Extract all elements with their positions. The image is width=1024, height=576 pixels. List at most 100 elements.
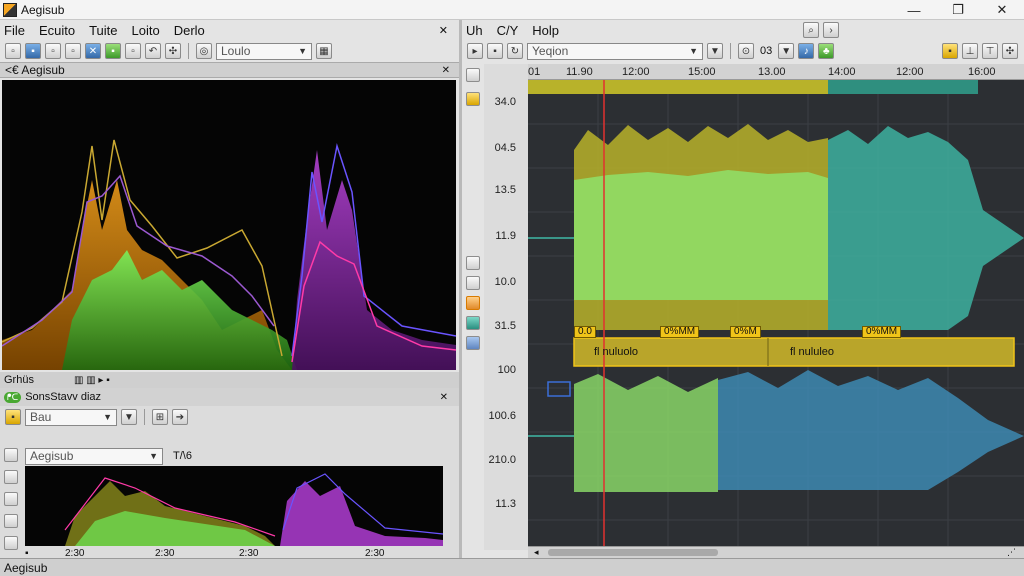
left-menubar: File Ecuito Tuite Loito Derlo ✕ <box>0 20 460 40</box>
toolbar-separator <box>730 43 731 59</box>
zoom-icon[interactable]: ⊙ <box>738 43 754 59</box>
menu-edit[interactable]: Ecuito <box>39 23 75 38</box>
save-icon[interactable]: ▫ <box>45 43 61 59</box>
menu-automation[interactable]: C/Y <box>497 23 519 38</box>
sub-combo-1[interactable]: Bau ▼ <box>25 408 117 426</box>
menu-subtitle[interactable]: Tuite <box>89 23 117 38</box>
split-icon[interactable]: ⊥ <box>962 43 978 59</box>
timing-tag[interactable]: 0.0 <box>574 326 596 338</box>
sub-spectrum-graph <box>64 473 443 546</box>
merge-icon[interactable]: ⊤ <box>982 43 998 59</box>
record-icon[interactable] <box>466 296 480 310</box>
play-icon[interactable]: ▸ <box>467 43 483 59</box>
chevron-right-icon[interactable]: › <box>823 22 840 38</box>
y-axis-label: 10.0 <box>494 276 516 288</box>
open-file-icon[interactable]: ▪ <box>25 43 41 59</box>
audio-combo[interactable]: Yeqion ▼ <box>527 42 703 60</box>
play-icon[interactable] <box>4 492 18 506</box>
audio-timeline[interactable]: 01 11.90 12:00 15:00 13.00 14:00 12:00 1… <box>528 64 1024 80</box>
settings-icon[interactable]: ✣ <box>1002 43 1018 59</box>
grid-icon[interactable] <box>4 448 18 462</box>
left-menubar-close-icon[interactable]: ✕ <box>439 24 448 37</box>
menu-view[interactable]: Uh <box>466 23 483 38</box>
menu-timing[interactable]: Loito <box>132 23 160 38</box>
spectrum-icon[interactable]: ♣ <box>818 43 835 59</box>
audio-waveform-display[interactable]: 0.0 0%MM 0%M 0%MM fl nuluolo fl nululeo <box>528 80 1024 546</box>
document-icon[interactable] <box>466 256 480 270</box>
sub-combo-1-value: Bau <box>30 410 52 424</box>
arrow-icon[interactable]: ➔ <box>172 409 188 425</box>
sub-panel-header-label: SonsStavv diaz <box>25 391 102 403</box>
selection-marker[interactable] <box>547 381 571 397</box>
left-pane: File Ecuito Tuite Loito Derlo ✕ ▫ ▪ ▫ ▫ … <box>0 20 460 559</box>
sub-combo-2[interactable]: Aegisub ▼ <box>25 447 163 465</box>
right-pane: Uh C/Y Holp ⌕ › ▸ ▪ ↻ Yeqion ▼ ▼ ⊙ 03 ▼ ♪… <box>462 20 1024 558</box>
upper-wave-green <box>574 170 828 300</box>
search-icon[interactable]: ⌕ <box>803 22 820 38</box>
list-icon[interactable] <box>466 68 480 82</box>
y-axis-label: 100.6 <box>488 410 516 422</box>
volume-icon[interactable]: ♪ <box>798 43 815 59</box>
tools-icon[interactable]: ✣ <box>165 43 181 59</box>
style-combo[interactable]: Loulo ▼ <box>216 42 312 60</box>
grid-icon[interactable] <box>466 276 480 290</box>
status-text: Aegisub <box>4 560 48 575</box>
sub-combo-2-value: Aegisub <box>30 449 74 463</box>
timeline-tick: 16:00 <box>968 66 996 78</box>
scroll-left-icon[interactable]: ◂ <box>534 547 539 558</box>
timing-tag[interactable]: 0%MM <box>660 326 700 338</box>
window-title: Aegisub <box>21 2 65 17</box>
toolbar-separator <box>144 409 145 425</box>
sub-panel-toolbar: ▪ Bau ▼ ▼ ⊞ ➔ <box>0 406 460 428</box>
stop-icon[interactable]: ▪ <box>487 43 503 59</box>
save-as-icon[interactable]: ▫ <box>65 43 81 59</box>
karaoke-icon[interactable] <box>466 92 480 106</box>
scrollbar-thumb[interactable] <box>548 549 718 556</box>
timeline-tick: 12:00 <box>622 66 650 78</box>
lock-icon[interactable]: ▪ <box>942 43 958 59</box>
spectrum-panel-close-icon[interactable]: ✕ <box>442 65 450 76</box>
zoom-label: 03 <box>760 45 773 57</box>
new-file-icon[interactable]: ▫ <box>5 43 21 59</box>
timeline-tick: 13.00 <box>758 66 786 78</box>
style-icon[interactable]: ◎ <box>196 43 212 59</box>
folder-icon[interactable]: ▪ <box>5 409 21 425</box>
close-button[interactable]: ✕ <box>980 0 1024 20</box>
dropdown-icon[interactable]: ▼ <box>707 43 723 59</box>
maximize-button[interactable]: ❐ <box>936 0 980 20</box>
dropdown-icon[interactable]: ▼ <box>121 409 137 425</box>
minimize-button[interactable]: — <box>892 0 936 20</box>
spectrum-view[interactable] <box>2 80 456 370</box>
edit-icon[interactable] <box>4 514 18 528</box>
copy-icon[interactable]: ▪ <box>105 43 121 59</box>
resize-grip-icon[interactable]: ⋰ <box>1007 547 1016 558</box>
timing-tag[interactable]: 0%MM <box>862 326 902 338</box>
y-axis-label: 11.3 <box>495 498 516 510</box>
grid-icon[interactable]: ▦ <box>316 43 332 59</box>
sub-spectrum-purple <box>280 481 443 546</box>
y-axis-label: 210.0 <box>488 454 516 466</box>
grid-icon[interactable]: ▥ ▥ ▸ ▪ <box>74 375 110 386</box>
sub-spectrum-view[interactable] <box>25 466 443 546</box>
undo-icon[interactable]: ↶ <box>145 43 161 59</box>
audio-horizontal-scrollbar[interactable]: ◂ ⋰ <box>528 546 1024 558</box>
dropdown-icon[interactable]: ▼ <box>778 43 795 59</box>
cut-icon[interactable]: ✕ <box>85 43 101 59</box>
right-menubar: Uh C/Y Holp ⌕ › <box>462 20 1024 40</box>
loop-icon[interactable]: ↻ <box>507 43 523 59</box>
timing-tag[interactable]: 0%M <box>730 326 761 338</box>
paste-icon[interactable]: ▫ <box>125 43 141 59</box>
tag-icon[interactable] <box>4 536 18 550</box>
lower-wave-green <box>574 374 718 492</box>
y-axis-label: 31.5 <box>494 320 516 332</box>
menu-help[interactable]: Holp <box>532 23 559 38</box>
menu-video[interactable]: Derlo <box>174 23 205 38</box>
sub-panel-title: Grhüs <box>4 374 34 386</box>
diamond-icon[interactable] <box>466 316 480 330</box>
snap-icon[interactable]: ⊞ <box>152 409 168 425</box>
list-icon[interactable] <box>4 470 18 484</box>
close-icon[interactable]: ✕ <box>440 392 448 403</box>
menu-file[interactable]: File <box>4 23 25 38</box>
navigate-up-icon[interactable] <box>466 336 480 350</box>
y-axis-label: 13.5 <box>494 184 516 196</box>
